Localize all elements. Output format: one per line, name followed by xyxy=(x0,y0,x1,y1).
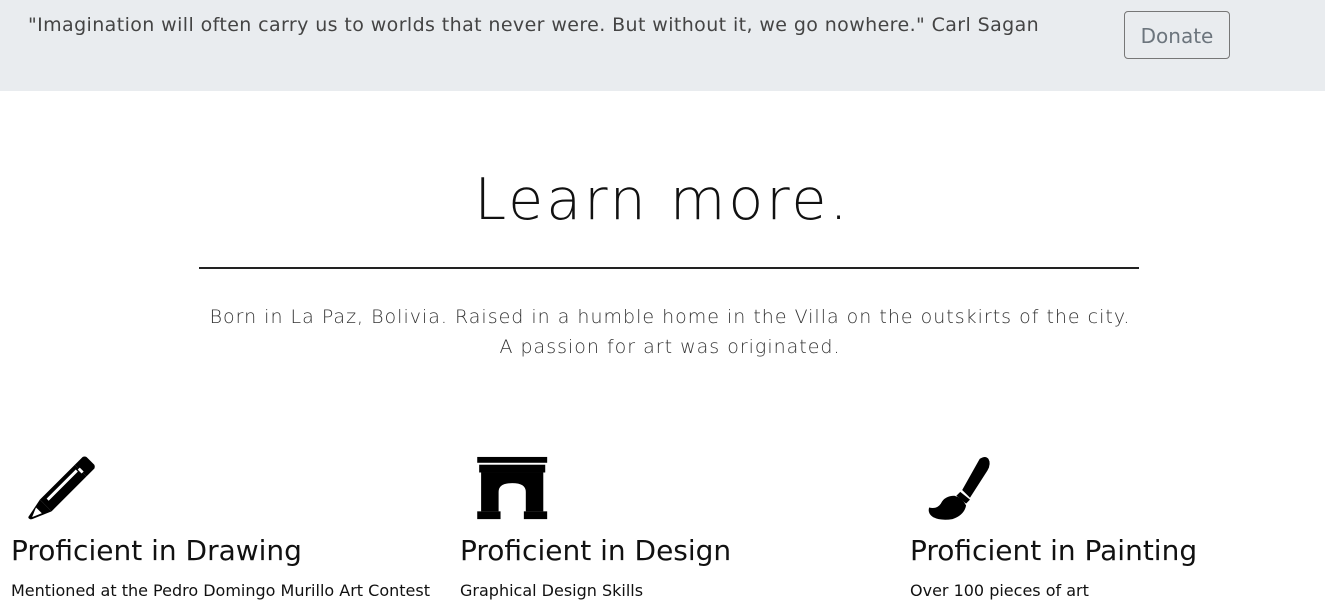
feature-painting: Proficient in Painting Over 100 pieces o… xyxy=(910,455,1325,600)
feature-drawing: Proficient in Drawing Mentioned at the P… xyxy=(11,455,451,600)
feature-description: Graphical Design Skills xyxy=(460,581,644,600)
feature-title: Proficient in Drawing xyxy=(11,534,302,567)
feature-description: Mentioned at the Pedro Domingo Murillo A… xyxy=(11,581,430,600)
feature-description: Over 100 pieces of art xyxy=(910,581,1089,600)
feature-title: Proficient in Painting xyxy=(910,534,1198,567)
paint-brush-icon xyxy=(928,456,990,520)
archway-icon xyxy=(477,456,548,520)
top-banner: "Imagination will often carry us to worl… xyxy=(0,0,1325,91)
bio-text: Born in La Paz, Bolivia. Raised in a hum… xyxy=(209,306,1131,358)
divider xyxy=(199,267,1139,269)
feature-title: Proficient in Design xyxy=(460,534,732,567)
feature-design: Proficient in Design Graphical Design Sk… xyxy=(460,455,900,600)
pencil-icon xyxy=(28,456,95,520)
donate-button[interactable]: Donate xyxy=(1124,11,1230,59)
section-title: Learn more. xyxy=(474,167,851,233)
quote-text: "Imagination will often carry us to worl… xyxy=(28,14,1040,36)
